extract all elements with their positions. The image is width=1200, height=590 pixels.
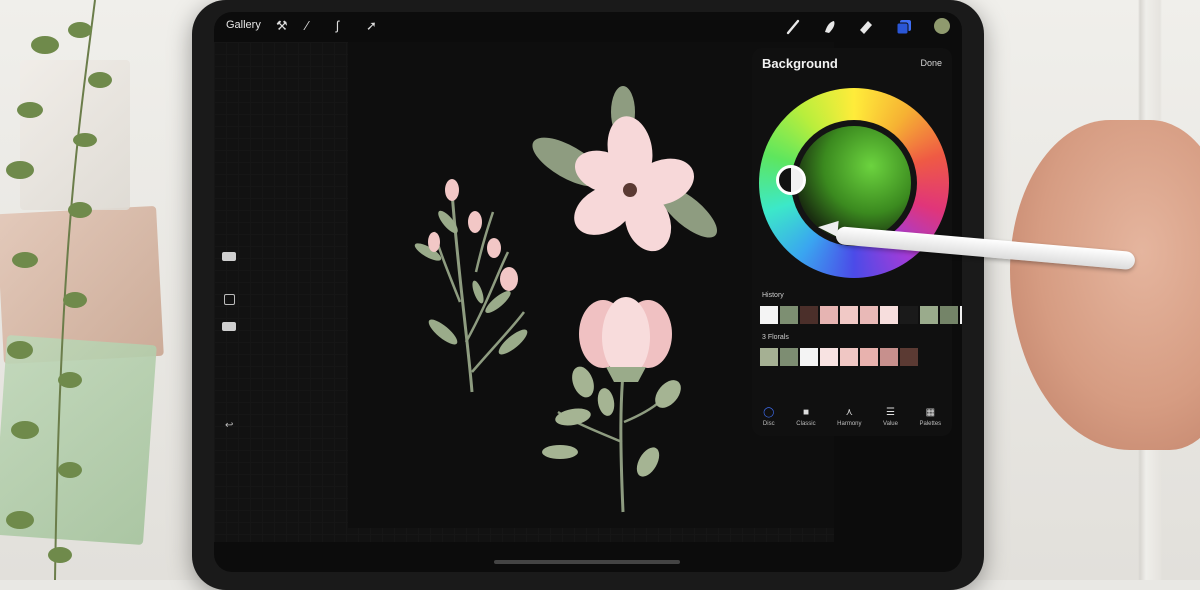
undo-icon[interactable]: ↩ bbox=[225, 420, 233, 431]
palettes-grid-icon: ▦ bbox=[925, 407, 936, 418]
history-swatch-1[interactable] bbox=[780, 306, 798, 324]
tab-label: Palettes bbox=[919, 421, 942, 427]
wrench-icon[interactable]: ⚒ bbox=[276, 18, 288, 34]
transform-arrow-icon[interactable]: ➚ bbox=[366, 18, 377, 34]
history-swatch-2[interactable] bbox=[800, 306, 818, 324]
palette-swatch-3[interactable] bbox=[820, 348, 838, 366]
panel-title: Background bbox=[762, 56, 838, 71]
tab-label: Harmony bbox=[837, 421, 862, 427]
value-sliders-icon: ☰ bbox=[886, 407, 895, 418]
gallery-button[interactable]: Gallery bbox=[226, 19, 261, 31]
palette-swatches bbox=[760, 348, 918, 366]
tab-palettes[interactable]: ▦ Palettes bbox=[919, 408, 941, 434]
tulip-flower bbox=[542, 297, 681, 513]
tab-value[interactable]: ☰ Value bbox=[883, 408, 898, 434]
opacity-slider-handle[interactable] bbox=[222, 322, 236, 331]
color-icon[interactable] bbox=[934, 18, 950, 34]
palette-swatch-6[interactable] bbox=[880, 348, 898, 366]
tab-label: Classic bbox=[796, 421, 816, 427]
history-swatch-0[interactable] bbox=[760, 306, 778, 324]
palette-swatch-4[interactable] bbox=[840, 348, 858, 366]
modify-button[interactable] bbox=[224, 294, 235, 305]
palette-label: 3 Florals bbox=[762, 334, 789, 341]
history-swatch-9[interactable] bbox=[940, 306, 958, 324]
color-mode-tabs: ◯ Disc ■ Classic ⋏ Harmony ☰ Value ▦ Palettes bbox=[752, 408, 952, 434]
home-indicator bbox=[494, 560, 680, 564]
harmony-icon: ⋏ bbox=[845, 407, 853, 418]
history-swatch-7[interactable] bbox=[900, 306, 918, 324]
classic-square-icon: ■ bbox=[802, 407, 809, 418]
left-sidebar: ↩ bbox=[216, 182, 238, 462]
palette-swatch-5[interactable] bbox=[860, 348, 878, 366]
five-petal-flower bbox=[532, 86, 718, 252]
procreate-screen: Gallery ⚒ ⁄ ʃ ➚ ↩ Background Done Histor… bbox=[214, 12, 962, 572]
eucalyptus-branch bbox=[6, 0, 112, 580]
history-swatches bbox=[760, 306, 962, 324]
history-swatch-10[interactable] bbox=[960, 306, 962, 324]
bud-sprig bbox=[414, 179, 528, 393]
smudge-icon[interactable] bbox=[820, 17, 840, 37]
history-swatch-8[interactable] bbox=[920, 306, 938, 324]
layers-icon[interactable] bbox=[894, 17, 914, 37]
history-swatch-3[interactable] bbox=[820, 306, 838, 324]
saturation-disc[interactable] bbox=[797, 126, 911, 240]
brush-size-slider-handle[interactable] bbox=[222, 252, 236, 261]
brush-icon[interactable] bbox=[784, 17, 804, 37]
history-swatch-6[interactable] bbox=[880, 306, 898, 324]
history-swatch-5[interactable] bbox=[860, 306, 878, 324]
disc-icon: ◯ bbox=[763, 407, 775, 418]
eraser-icon[interactable] bbox=[856, 17, 876, 37]
palette-swatch-7[interactable] bbox=[900, 348, 918, 366]
tab-disc[interactable]: ◯ Disc bbox=[763, 408, 775, 434]
magic-wand-icon[interactable]: ⁄ bbox=[306, 18, 308, 33]
palette-swatch-2[interactable] bbox=[800, 348, 818, 366]
palette-swatch-1[interactable] bbox=[780, 348, 798, 366]
done-button[interactable]: Done bbox=[920, 58, 942, 68]
tab-classic[interactable]: ■ Classic bbox=[796, 408, 815, 434]
tab-harmony[interactable]: ⋏ Harmony bbox=[837, 408, 861, 434]
top-toolbar: Gallery ⚒ ⁄ ʃ ➚ bbox=[214, 12, 962, 42]
tab-label: Disc bbox=[762, 421, 775, 427]
history-swatch-4[interactable] bbox=[840, 306, 858, 324]
tab-label: Value bbox=[883, 421, 898, 427]
history-label: History bbox=[762, 292, 784, 299]
apple-pencil-tip bbox=[817, 219, 839, 237]
color-picker-knob[interactable] bbox=[776, 165, 806, 195]
palette-swatch-0[interactable] bbox=[760, 348, 778, 366]
selection-icon[interactable]: ʃ bbox=[336, 18, 339, 33]
